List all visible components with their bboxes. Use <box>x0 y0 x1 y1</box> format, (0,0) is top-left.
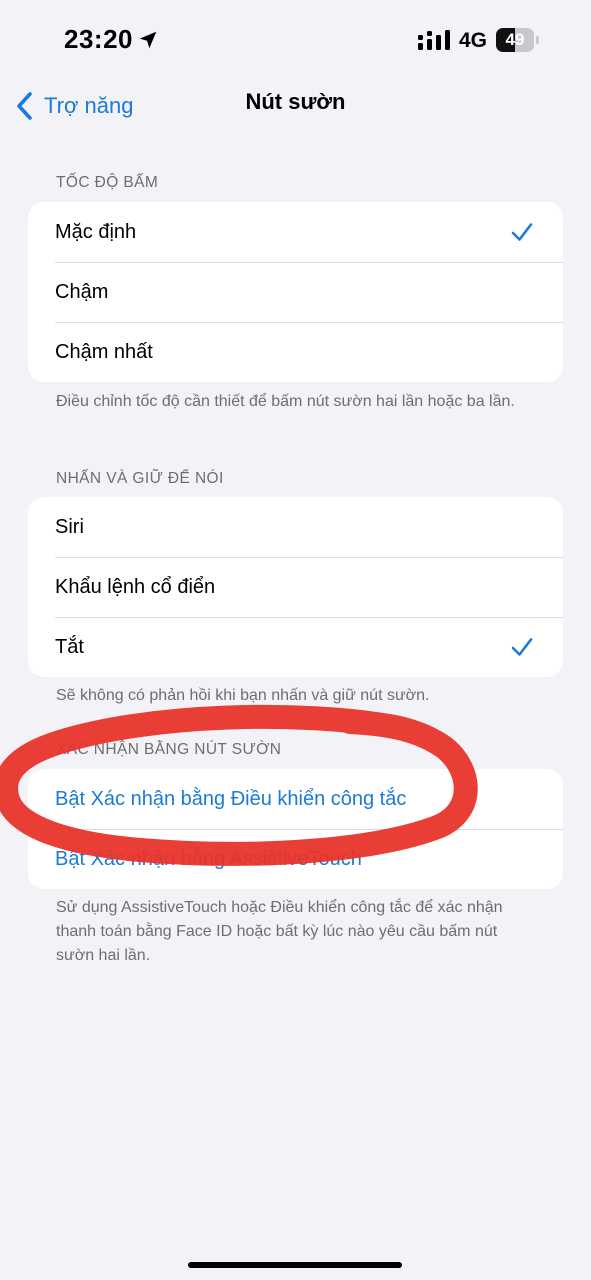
option-slowest-speed[interactable]: Chậm nhất <box>28 322 563 382</box>
option-siri[interactable]: Siri <box>28 497 563 557</box>
network-type: 4G <box>459 29 488 52</box>
option-label: Khẩu lệnh cổ điển <box>55 575 216 598</box>
option-slow-speed[interactable]: Chậm <box>28 262 563 322</box>
option-off[interactable]: Tắt <box>28 617 563 677</box>
home-indicator <box>188 1262 402 1268</box>
cellular-signal-icon <box>418 30 450 50</box>
checkmark-icon <box>511 638 533 656</box>
section-header-confirm: XÁC NHẬN BẰNG NÚT SƯỜN <box>56 741 282 758</box>
option-label: Siri <box>55 515 84 538</box>
option-label: Mặc định <box>55 220 137 243</box>
location-arrow-icon <box>139 31 157 49</box>
enable-assistivetouch-confirm-link[interactable]: Bật Xác nhận bằng AssistiveTouch <box>28 829 563 889</box>
page-title: Nút sườn <box>245 89 346 114</box>
status-bar: 23:20 4G 49 <box>0 0 591 80</box>
link-label: Bật Xác nhận bằng AssistiveTouch <box>55 847 362 870</box>
confirm-footer: Sử dụng AssistiveTouch hoặc Điều khiển c… <box>56 899 503 964</box>
section-header-press-hold: NHẤN VÀ GIỮ ĐỂ NÓI <box>56 470 224 487</box>
battery-level: 49 <box>505 30 525 49</box>
option-default-speed[interactable]: Mặc định <box>28 202 563 262</box>
confirm-group: Bật Xác nhận bằng Điều khiển công tắc Bậ… <box>28 769 563 889</box>
click-speed-footer: Điều chỉnh tốc độ cần thiết để bấm nút s… <box>56 393 515 410</box>
section-header-click-speed: TỐC ĐỘ BẤM <box>56 174 159 191</box>
link-label: Bật Xác nhận bằng Điều khiển công tắc <box>55 787 407 810</box>
press-hold-group: Siri Khẩu lệnh cổ điển Tắt <box>28 497 563 677</box>
option-classic-voice-control[interactable]: Khẩu lệnh cổ điển <box>28 557 563 617</box>
click-speed-group: Mặc định Chậm Chậm nhất <box>28 202 563 382</box>
enable-switch-control-confirm-link[interactable]: Bật Xác nhận bằng Điều khiển công tắc <box>28 769 563 829</box>
option-label: Chậm nhất <box>55 340 153 363</box>
side-button-settings-screen: 23:20 4G 49 Trợ năng Nút sườn TỐC ĐỘ BẤM… <box>0 0 591 1280</box>
option-label: Chậm <box>55 280 109 303</box>
battery-icon: 49 <box>496 28 540 52</box>
status-time: 23:20 <box>64 24 133 54</box>
checkmark-icon <box>511 223 533 241</box>
option-label: Tắt <box>55 635 84 658</box>
press-hold-footer: Sẽ không có phản hồi khi bạn nhấn và giữ… <box>56 687 430 704</box>
